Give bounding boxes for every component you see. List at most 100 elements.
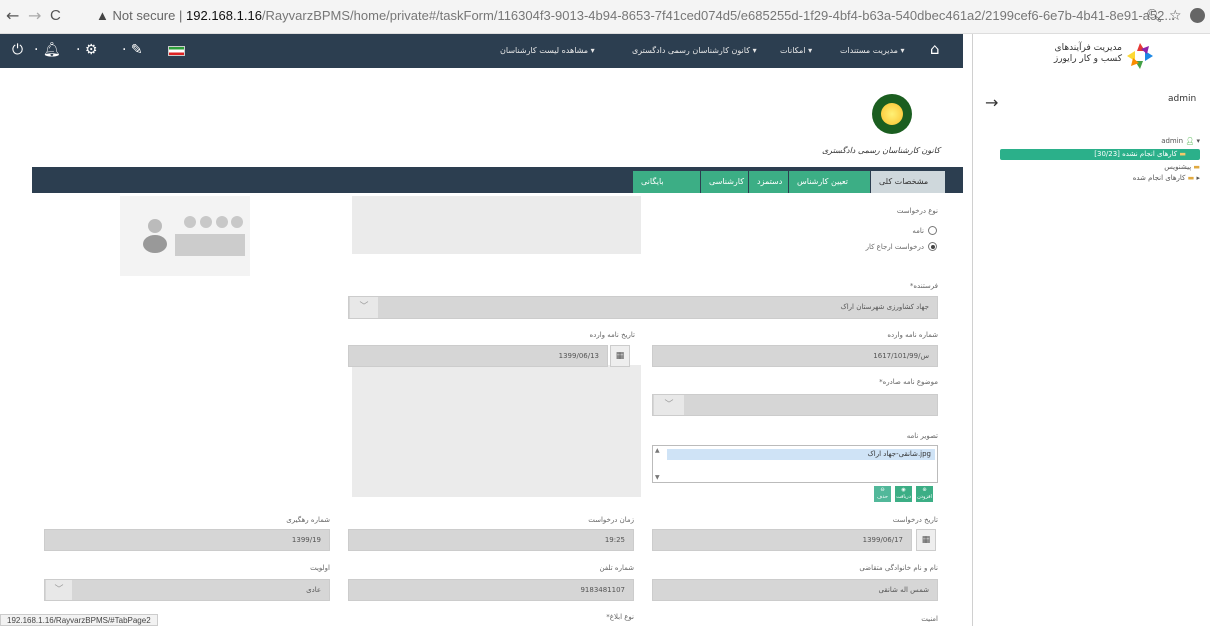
incoming-no-value: س/1617/101/99 bbox=[873, 352, 929, 360]
collapse-arrow-icon[interactable]: → bbox=[985, 93, 998, 112]
url-path: /RayvarzBPMS/home/private#/taskForm/1163… bbox=[261, 8, 1176, 23]
sender-label: *فرستنده bbox=[909, 282, 938, 290]
tree-item-pending[interactable]: کارهای انجام نشده [30/23] ▬ bbox=[1000, 149, 1200, 160]
zoom-icon[interactable]: 🔍︎ bbox=[1146, 9, 1163, 24]
header-items: ⏻ · 🔔︎ · ⚙ · ✎ مشاهده لیست کارشناسان ▾ ک… bbox=[0, 34, 963, 68]
calendar-icon[interactable]: ▦ bbox=[610, 345, 630, 367]
bell-icon[interactable]: · 🔔︎ bbox=[34, 43, 61, 57]
phone-label: شماره تلفن bbox=[599, 564, 634, 572]
request-time-field[interactable]: 19:25 bbox=[348, 529, 634, 551]
tree-item-drafts[interactable]: پیشنویس ▬ bbox=[1100, 163, 1200, 171]
image-file-item[interactable]: شانقی-جهاد اراک.jpg bbox=[667, 449, 935, 460]
scroll-up-icon[interactable]: ▲ bbox=[655, 447, 660, 454]
logo-line1: مدیریت فرآیندهای bbox=[1054, 43, 1122, 53]
chevron-down-icon[interactable]: ﹀ bbox=[350, 297, 378, 318]
add-image-button[interactable]: ⊕ افزودن bbox=[916, 486, 933, 502]
priority-value: عادی bbox=[306, 586, 321, 594]
request-date-field[interactable]: 1399/06/17 bbox=[652, 529, 912, 551]
tab-assign-expert[interactable]: تعیین کارشناس bbox=[788, 171, 870, 193]
tab-archive[interactable]: بایگانی bbox=[632, 171, 700, 193]
menu-court[interactable]: کانون کارشناسان رسمی دادگستری ▾ bbox=[632, 46, 757, 55]
grey-panel bbox=[352, 365, 641, 497]
meeting-illustration bbox=[120, 196, 250, 276]
profile-avatar[interactable] bbox=[1190, 8, 1205, 23]
phone-value: 9183481107 bbox=[580, 586, 625, 594]
forward-button[interactable]: → bbox=[28, 8, 41, 24]
reload-button[interactable]: C bbox=[50, 8, 61, 24]
tree-item-pending-label: کارهای انجام نشده [30/23] bbox=[1094, 150, 1178, 158]
sender-select[interactable]: جهاد کشاورزی شهرستان اراک bbox=[348, 296, 938, 319]
folder-icon: ▬ bbox=[1187, 174, 1195, 182]
request-time-label: زمان درخواست bbox=[588, 516, 634, 524]
logo-line2: کسب و کار رایورز bbox=[1053, 54, 1122, 64]
tab-fee[interactable]: دستمزد bbox=[748, 171, 788, 193]
notify-type-label: *نوع ابلاغ bbox=[606, 613, 634, 621]
gear-icon[interactable]: · ⚙ bbox=[76, 43, 97, 57]
image-listbox[interactable]: شانقی-جهاد اراک.jpg ▲ ▼ bbox=[652, 445, 938, 483]
incoming-date-label: تاریخ نامه وارده bbox=[589, 331, 635, 339]
folder-icon: ▬ bbox=[1179, 150, 1186, 158]
menu-expert-list[interactable]: مشاهده لیست کارشناسان ▾ bbox=[500, 46, 595, 55]
plus-icon: ⊕ bbox=[922, 487, 927, 493]
option-letter-label: نامه bbox=[912, 227, 924, 235]
request-date-value: 1399/06/17 bbox=[862, 536, 903, 544]
incoming-date-field[interactable]: 1399/06/13 bbox=[348, 345, 608, 367]
tree-item-done-label: کارهای انجام شده bbox=[1132, 174, 1186, 182]
priority-label: اولویت bbox=[310, 564, 330, 572]
tree-item-drafts-label: پیشنویس bbox=[1164, 163, 1192, 171]
star-icon[interactable]: ☆ bbox=[1169, 8, 1182, 24]
incoming-no-field[interactable]: س/1617/101/99 bbox=[652, 345, 938, 367]
org-title: کانون کارشناسان رسمی دادگستری bbox=[821, 146, 940, 155]
home-icon[interactable]: ⌂ bbox=[930, 42, 940, 57]
subject-label: *موضوع نامه صادره bbox=[879, 378, 938, 386]
applicant-field[interactable]: شمس اله شانقی bbox=[652, 579, 938, 601]
rayvarz-logo-icon bbox=[1125, 41, 1155, 71]
url-separator: | bbox=[179, 8, 183, 23]
pen-icon[interactable]: · ✎ bbox=[122, 43, 143, 57]
back-button[interactable]: ← bbox=[6, 8, 19, 24]
power-icon[interactable]: ⏻ bbox=[12, 43, 23, 57]
menu-documents-label: مدیریت مستندات bbox=[840, 46, 898, 55]
option-referral-label: درخواست ارجاع کار bbox=[865, 243, 924, 251]
address-bar[interactable]: ▲ Not secure | 192.168.1.16/RayvarzBPMS/… bbox=[96, 8, 1175, 23]
language-flag-icon[interactable] bbox=[168, 46, 185, 56]
delete-image-button[interactable]: ⊖ حذف bbox=[874, 486, 891, 502]
subject-select[interactable] bbox=[652, 394, 938, 416]
image-label: تصویر نامه bbox=[906, 432, 938, 440]
scroll-down-icon[interactable]: ▼ bbox=[655, 474, 660, 481]
grey-panel bbox=[352, 196, 641, 254]
chevron-down-icon[interactable]: ﹀ bbox=[46, 580, 72, 600]
phone-field[interactable]: 9183481107 bbox=[348, 579, 634, 601]
tracking-no-label: شماره رهگیری bbox=[286, 516, 330, 524]
request-type-label: نوع درخواست bbox=[896, 207, 938, 215]
incoming-no-label: شماره نامه وارده bbox=[887, 331, 938, 339]
chevron-down-icon[interactable]: ﹀ bbox=[654, 395, 684, 415]
menu-documents[interactable]: مدیریت مستندات ▾ bbox=[840, 46, 905, 55]
menu-features-label: امکانات bbox=[780, 46, 806, 55]
get-image-label: دریافت bbox=[896, 494, 911, 500]
emblem-center bbox=[881, 103, 903, 125]
radio-letter[interactable] bbox=[928, 226, 937, 235]
applicant-value: شمس اله شانقی bbox=[878, 586, 929, 594]
applicant-label: نام و نام خانوادگی متقاضی bbox=[859, 564, 938, 572]
menu-features[interactable]: امکانات ▾ bbox=[780, 46, 812, 55]
not-secure-label[interactable]: Not secure bbox=[113, 8, 176, 23]
current-user: admin bbox=[1168, 94, 1197, 104]
get-image-button[interactable]: ◉ دریافت bbox=[895, 486, 912, 502]
tracking-no-field[interactable]: 1399/19 bbox=[44, 529, 330, 551]
priority-select[interactable]: عادی bbox=[44, 579, 330, 601]
menu-court-label: کانون کارشناسان رسمی دادگستری bbox=[632, 46, 751, 55]
calendar-icon[interactable]: ▦ bbox=[916, 529, 936, 551]
tree-root[interactable]: admin 👤︎ ▾ bbox=[1100, 137, 1200, 145]
tree-item-done[interactable]: کارهای انجام شده ▬ ▸ bbox=[1080, 174, 1200, 182]
warning-icon[interactable]: ▲ bbox=[96, 8, 109, 23]
folder-icon: ▬ bbox=[1193, 163, 1200, 171]
incoming-date-value: 1399/06/13 bbox=[558, 352, 599, 360]
status-bar-url: 192.168.1.16/RayvarzBPMS/#TabPage2 bbox=[0, 614, 158, 626]
tab-expertise[interactable]: کارشناسی bbox=[700, 171, 748, 193]
security-label: امنیت bbox=[921, 615, 938, 623]
download-icon: ◉ bbox=[901, 487, 906, 493]
tab-general[interactable]: مشخصات کلی bbox=[870, 171, 945, 193]
radio-referral[interactable] bbox=[928, 242, 937, 251]
logo-text: مدیریت فرآیندهای کسب و کار رایورز bbox=[1030, 43, 1122, 65]
